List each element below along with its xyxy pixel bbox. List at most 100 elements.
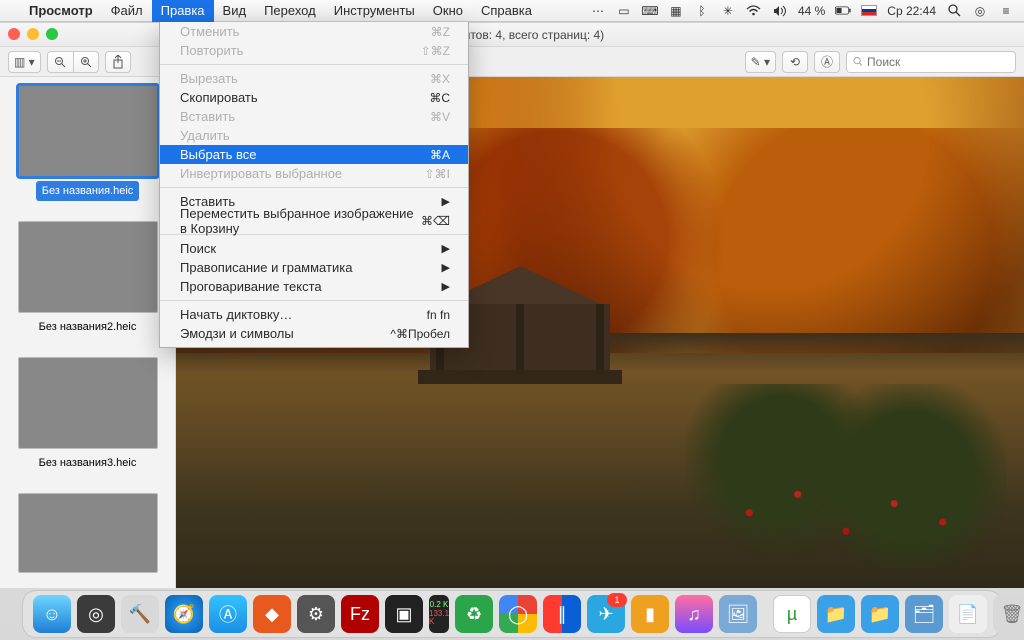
sublime-icon[interactable]: ▮ — [631, 595, 669, 633]
volume-icon[interactable] — [772, 3, 788, 19]
zoom-group — [47, 51, 99, 73]
edit-dropdown: Отменить⌘Z Повторить⇧⌘Z Вырезать⌘X Скопи… — [159, 22, 469, 348]
document-icon[interactable]: 📄 — [949, 595, 987, 633]
close-button[interactable] — [8, 28, 20, 40]
menu-separator — [160, 64, 468, 65]
dock: ☺ ◎ 🔨 🧭 Ⓐ ◆ ⚙ Fz ▣ 0.2 K133.1 K ♻ ◯ ∥ ✈ … — [22, 590, 1002, 638]
menu-view[interactable]: Вид — [214, 0, 256, 22]
safari-icon[interactable]: 🧭 — [165, 595, 203, 633]
zoom-button[interactable] — [46, 28, 58, 40]
content-area: Без названия.heic Без названия2.heic Без… — [0, 77, 1024, 588]
system-preferences-icon[interactable]: ⚙ — [297, 595, 335, 633]
submenu-arrow-icon: ▶ — [442, 261, 450, 274]
network-monitor-icon[interactable]: 0.2 K133.1 K — [429, 595, 449, 633]
thumbnail-item[interactable] — [18, 493, 158, 573]
search-field[interactable] — [846, 51, 1016, 73]
app-icon[interactable]: ♻ — [455, 595, 493, 633]
screens-icon[interactable]: ▣ — [385, 595, 423, 633]
folder-icon[interactable]: 📁 — [861, 595, 899, 633]
menu-go[interactable]: Переход — [255, 0, 325, 22]
siri-icon[interactable]: ◎ — [972, 3, 988, 19]
notification-center-icon[interactable]: ≡ — [998, 3, 1014, 19]
markup-button[interactable]: Ⓐ — [814, 51, 840, 73]
preview-app-icon[interactable]: 🖼 — [719, 595, 757, 633]
clock[interactable]: Ср 22:44 — [887, 4, 936, 18]
submenu-arrow-icon: ▶ — [442, 195, 450, 208]
appstore-icon[interactable]: Ⓐ — [209, 595, 247, 633]
keyboard-icon[interactable]: ⌨ — [642, 3, 658, 19]
menu-undo: Отменить⌘Z — [160, 22, 468, 41]
thumbnail-image[interactable] — [18, 493, 158, 573]
parallels-icon[interactable]: ∥ — [543, 595, 581, 633]
menu-window[interactable]: Окно — [424, 0, 472, 22]
thumbnail-image[interactable] — [18, 85, 158, 177]
menu-tools[interactable]: Инструменты — [325, 0, 424, 22]
menubar: Просмотр Файл Правка Вид Переход Инструм… — [0, 0, 1024, 22]
traffic-lights — [8, 28, 58, 40]
highlight-button[interactable]: ✎ ▾ — [745, 51, 776, 73]
menu-redo: Повторить⇧⌘Z — [160, 41, 468, 60]
input-source-flag[interactable] — [861, 5, 877, 16]
utorrent-icon[interactable]: µ — [773, 595, 811, 633]
thumbnail-item[interactable]: Без названия.heic — [18, 85, 158, 215]
minimize-button[interactable] — [27, 28, 39, 40]
menu-move-to-trash[interactable]: Переместить выбранное изображение в Корз… — [160, 211, 468, 230]
menu-start-dictation[interactable]: Начать диктовку…fn fn — [160, 305, 468, 324]
menu-extra-icon[interactable]: ✳ — [720, 3, 736, 19]
app-menu[interactable]: Просмотр — [20, 0, 102, 22]
thumbnail-label: Без названия.heic — [36, 181, 140, 201]
search-input[interactable] — [867, 55, 1009, 69]
menubar-right: ⋯ ▭ ⌨ ▦ ᛒ ✳ 44 % Ср 22:44 ◎ ≡ — [590, 3, 1024, 19]
submenu-arrow-icon: ▶ — [442, 280, 450, 293]
titlebar: (документов: 4, всего страниц: 4) — [0, 23, 1024, 47]
chrome-icon[interactable]: ◯ — [499, 595, 537, 633]
menu-emoji[interactable]: Эмодзи и символы^⌘Пробел — [160, 324, 468, 343]
music-icon[interactable]: ♫ — [675, 595, 713, 633]
menu-separator — [160, 300, 468, 301]
folder-icon[interactable]: 📁 — [817, 595, 855, 633]
trash-icon[interactable]: 🗑 — [993, 595, 1024, 633]
menu-separator — [160, 187, 468, 188]
menu-spelling[interactable]: Правописание и грамматика▶ — [160, 258, 468, 277]
thumbnail-image[interactable] — [18, 221, 158, 313]
battery-percent[interactable]: 44 % — [798, 4, 825, 18]
zoom-in-button[interactable] — [73, 51, 99, 73]
menu-file[interactable]: Файл — [102, 0, 152, 22]
finder-icon[interactable]: ☺ — [33, 595, 71, 633]
thumbnail-label: Без названия2.heic — [33, 317, 143, 337]
telegram-icon[interactable]: ✈ — [587, 595, 625, 633]
wifi-icon[interactable] — [746, 3, 762, 19]
zoom-out-button[interactable] — [47, 51, 73, 73]
bluetooth-icon[interactable]: ᛒ — [694, 3, 710, 19]
stack-icon[interactable]: 🗂 — [905, 595, 943, 633]
submenu-arrow-icon: ▶ — [442, 242, 450, 255]
hammer-app-icon[interactable]: 🔨 — [121, 595, 159, 633]
sidebar-toggle-button[interactable]: ▥ ▾ — [8, 51, 41, 73]
display-icon[interactable]: ▭ — [616, 3, 632, 19]
battery-icon[interactable] — [835, 3, 851, 19]
search-icon — [853, 56, 863, 67]
dots-icon[interactable]: ⋯ — [590, 3, 606, 19]
menu-copy[interactable]: Скопировать⌘C — [160, 88, 468, 107]
rotate-button[interactable]: ⟲ — [782, 51, 808, 73]
menu-select-all[interactable]: Выбрать все⌘A — [160, 145, 468, 164]
thumbnail-label: Без названия3.heic — [33, 453, 143, 473]
thumbnail-item[interactable]: Без названия3.heic — [18, 357, 158, 487]
menu-speech[interactable]: Проговаривание текста▶ — [160, 277, 468, 296]
launchpad-icon[interactable]: ◎ — [77, 595, 115, 633]
thumbnail-image[interactable] — [18, 357, 158, 449]
menu-delete: Удалить — [160, 126, 468, 145]
app-icon[interactable]: ◆ — [253, 595, 291, 633]
menu-help[interactable]: Справка — [472, 0, 541, 22]
toolbar: ▥ ▾ ✎ ▾ ⟲ Ⓐ — [0, 47, 1024, 77]
spotlight-icon[interactable] — [946, 3, 962, 19]
menu-cut: Вырезать⌘X — [160, 69, 468, 88]
tile-icon[interactable]: ▦ — [668, 3, 684, 19]
filezilla-icon[interactable]: Fz — [341, 595, 379, 633]
thumbnail-sidebar[interactable]: Без названия.heic Без названия2.heic Без… — [0, 77, 176, 588]
thumbnail-item[interactable]: Без названия2.heic — [18, 221, 158, 351]
menu-edit[interactable]: Правка — [152, 0, 214, 22]
view-mode-group: ▥ ▾ — [8, 51, 41, 73]
menu-find[interactable]: Поиск▶ — [160, 239, 468, 258]
share-button[interactable] — [105, 51, 131, 73]
